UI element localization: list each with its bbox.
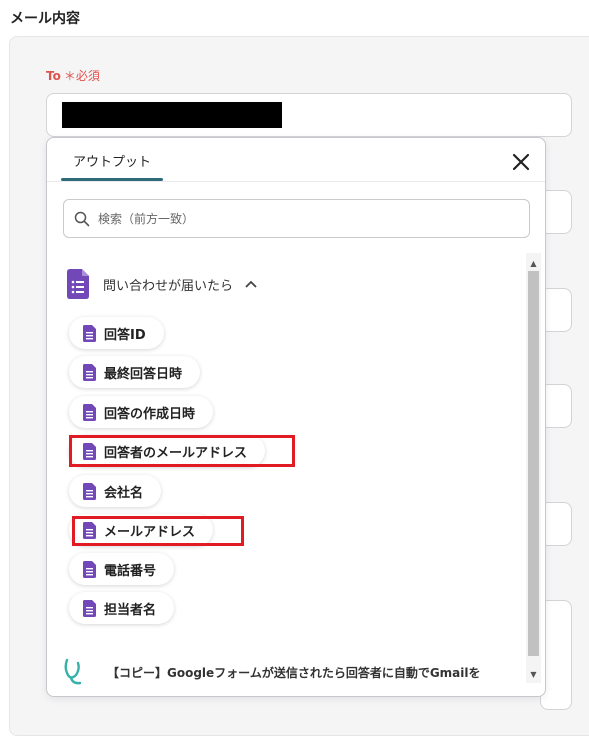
to-field-label: To ＊必須 <box>46 67 100 84</box>
required-mark: ＊必須 <box>63 69 100 83</box>
close-icon <box>512 153 530 171</box>
scrollbar-thumb[interactable] <box>528 271 539 656</box>
output-group-header[interactable]: 問い合わせが届いたら <box>67 269 257 299</box>
chip-label: 回答者のメールアドレス <box>104 445 248 461</box>
output-chip-last-response-time[interactable]: 最終回答日時 <box>69 356 201 388</box>
chevron-up-icon <box>245 280 257 288</box>
output-chip-person-in-charge[interactable]: 担当者名 <box>69 592 175 624</box>
tab-divider <box>47 181 545 182</box>
chip-label: メールアドレス <box>104 524 196 540</box>
chip-label: 電話番号 <box>104 563 157 579</box>
flow-output-group[interactable]: 【コピー】Googleフォームが送信されたら回答者に自動でGmailを <box>63 652 523 692</box>
chip-label: 会社名 <box>104 485 144 501</box>
google-forms-icon <box>83 324 96 342</box>
flow-output-group-title: 【コピー】Googleフォームが送信されたら回答者に自動でGmailを <box>107 665 481 680</box>
google-forms-icon <box>83 599 96 617</box>
output-chip-company-name[interactable]: 会社名 <box>69 475 162 507</box>
output-chip-response-id[interactable]: 回答ID <box>69 317 164 349</box>
google-forms-icon <box>67 269 89 299</box>
to-label-text: To <box>46 69 61 83</box>
search-box[interactable] <box>63 199 530 238</box>
section-title: メール内容 <box>10 11 80 27</box>
search-icon <box>74 211 90 226</box>
chip-label: 回答ID <box>104 327 146 343</box>
output-chip-phone-number[interactable]: 電話番号 <box>69 553 175 585</box>
chip-label: 回答の作成日時 <box>104 406 196 422</box>
chip-label: 最終回答日時 <box>104 366 183 382</box>
google-forms-icon <box>83 521 96 539</box>
output-chip-email-address[interactable]: メールアドレス <box>69 514 214 546</box>
tab-output[interactable]: アウトプット <box>61 138 163 182</box>
close-button[interactable] <box>509 150 533 174</box>
scroll-down-arrow[interactable]: ▼ <box>528 668 539 680</box>
google-forms-icon <box>83 403 96 421</box>
yoom-logo-icon <box>64 658 82 685</box>
google-forms-icon <box>83 442 96 460</box>
scroll-up-arrow[interactable]: ▲ <box>528 257 539 269</box>
output-chip-respondent-email[interactable]: 回答者のメールアドレス <box>69 435 266 467</box>
output-chip-response-created-time[interactable]: 回答の作成日時 <box>69 396 214 428</box>
search-input[interactable] <box>96 210 496 227</box>
output-picker-popup: アウトプット 問い合わせが届いたら 回答ID 最終回答日時 <box>46 137 546 697</box>
google-forms-icon <box>83 482 96 500</box>
google-forms-icon <box>83 560 96 578</box>
redacted-to-value <box>62 102 282 128</box>
chip-label: 担当者名 <box>104 602 157 618</box>
google-forms-icon <box>83 363 96 381</box>
output-group-title: 問い合わせが届いたら <box>103 278 234 294</box>
